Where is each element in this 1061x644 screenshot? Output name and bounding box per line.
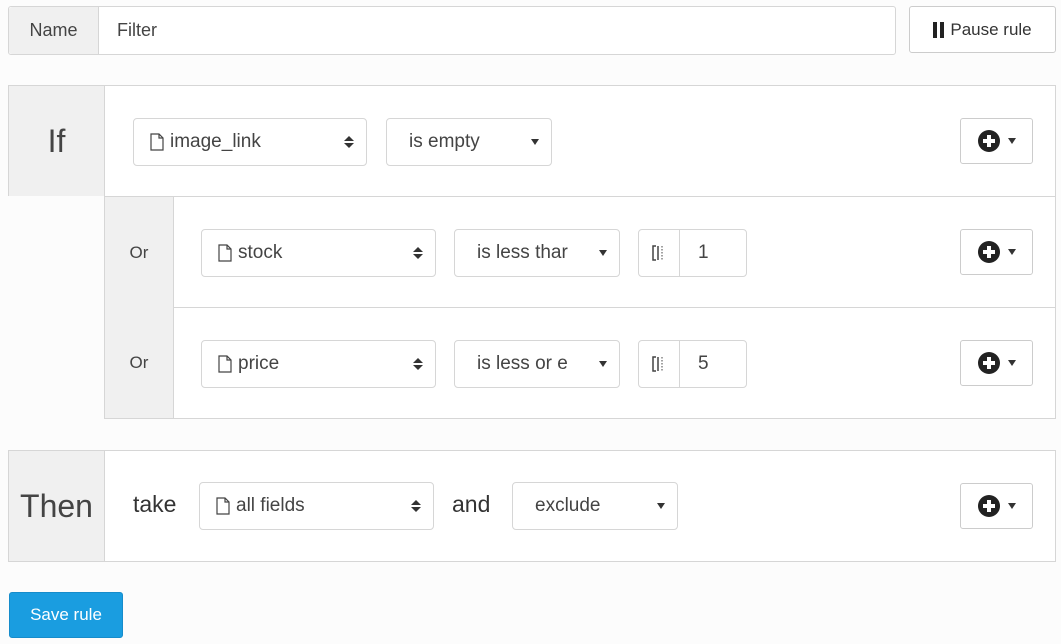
plus-circle-icon — [977, 130, 1000, 152]
document-icon — [216, 497, 230, 515]
column-toggle-icon[interactable] — [639, 230, 680, 276]
or-field-select[interactable]: price — [201, 340, 436, 388]
or-value-input[interactable] — [680, 341, 746, 387]
caret-down-icon — [599, 361, 607, 367]
or-field-select[interactable]: stock — [201, 229, 436, 277]
name-label: Name — [9, 7, 99, 54]
document-icon — [218, 244, 232, 262]
document-icon — [218, 355, 232, 373]
add-action-button[interactable] — [960, 483, 1033, 529]
pause-rule-label: Pause rule — [950, 19, 1032, 39]
then-field-select[interactable]: all fields — [199, 482, 434, 530]
or-conditions-section: Or Or stock is less thar price is less o… — [104, 196, 1056, 419]
if-field-value: image_link — [170, 131, 261, 152]
or-operator-select[interactable]: is less or e — [454, 340, 620, 388]
sort-arrows-icon — [344, 135, 354, 149]
sort-arrows-icon — [413, 357, 423, 371]
name-field-group: Name — [8, 6, 896, 55]
pause-rule-button[interactable]: Pause rule — [909, 6, 1056, 53]
then-action-value: exclude — [535, 495, 601, 516]
column-toggle-icon[interactable] — [639, 341, 680, 387]
save-rule-button[interactable]: Save rule — [9, 592, 123, 638]
or-operator-select[interactable]: is less thar — [454, 229, 620, 277]
name-input[interactable] — [99, 7, 895, 54]
or-operator-value: is less or e — [477, 353, 568, 374]
caret-down-icon — [1007, 360, 1016, 366]
caret-down-icon — [1007, 249, 1016, 255]
or-value-input[interactable] — [680, 230, 746, 276]
plus-circle-icon — [977, 241, 1000, 263]
caret-down-icon — [657, 503, 665, 509]
if-operator-value: is empty — [409, 131, 480, 152]
and-text: and — [452, 491, 491, 517]
if-section: If image_link is empty — [8, 85, 1056, 197]
or-label: Or — [105, 197, 174, 308]
or-field-value: price — [238, 353, 280, 374]
plus-circle-icon — [977, 352, 1000, 374]
if-operator-select[interactable]: is empty — [386, 118, 552, 166]
if-label: If — [9, 86, 105, 196]
take-text: take — [133, 491, 177, 517]
plus-circle-icon — [977, 495, 1000, 517]
then-field-value: all fields — [236, 495, 305, 516]
or-field-value: stock — [238, 242, 283, 263]
or-operator-value: is less thar — [477, 242, 568, 263]
if-field-select[interactable]: image_link — [133, 118, 367, 166]
pause-icon — [933, 21, 945, 38]
caret-down-icon — [599, 250, 607, 256]
sort-arrows-icon — [413, 246, 423, 260]
or-value-group — [638, 229, 747, 277]
add-condition-button[interactable] — [960, 340, 1033, 386]
caret-down-icon — [531, 139, 539, 145]
or-label: Or — [105, 308, 174, 418]
caret-down-icon — [1007, 503, 1016, 509]
then-section: Then take all fields and exclude — [8, 450, 1056, 562]
then-label: Then — [9, 451, 105, 561]
then-action-select[interactable]: exclude — [512, 482, 678, 530]
sort-arrows-icon — [411, 499, 421, 513]
or-value-group — [638, 340, 747, 388]
caret-down-icon — [1007, 138, 1016, 144]
document-icon — [150, 133, 164, 151]
divider — [174, 307, 1055, 308]
add-condition-button[interactable] — [960, 118, 1033, 164]
add-condition-button[interactable] — [960, 229, 1033, 275]
